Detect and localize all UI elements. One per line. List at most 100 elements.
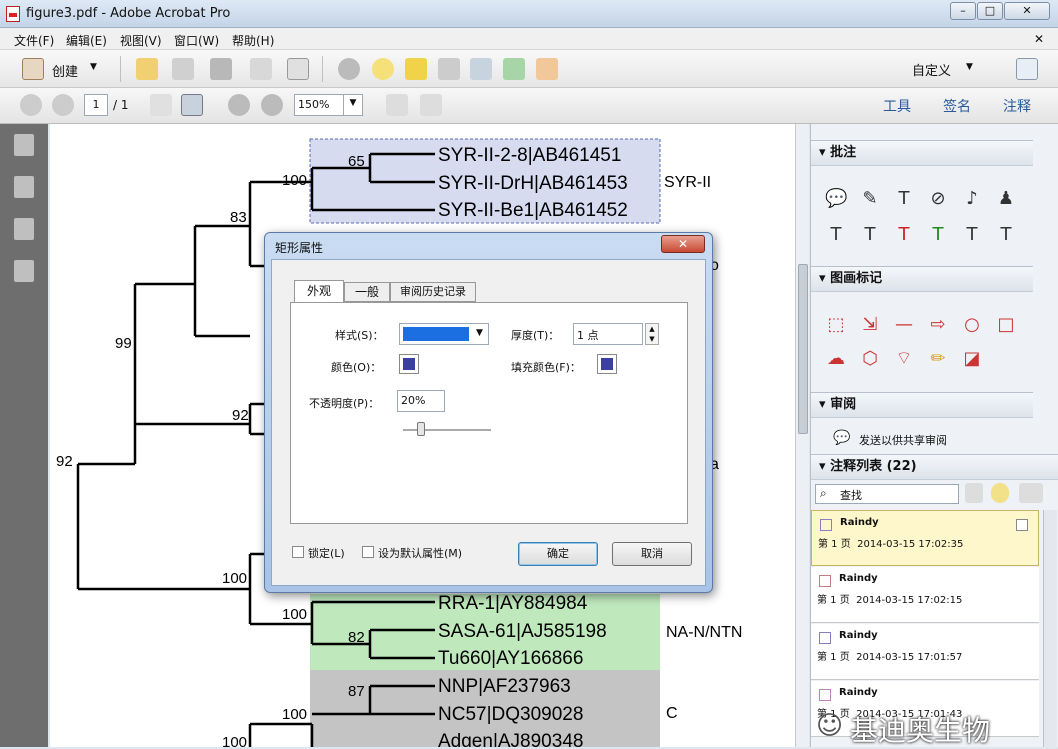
oval-icon[interactable]: ○ (961, 314, 983, 336)
ok-button[interactable]: 确定 (518, 542, 598, 566)
opacity-slider-thumb[interactable] (416, 422, 425, 436)
attach-file-icon[interactable]: ⊘ (927, 188, 949, 210)
leaf-label: SYR-II-2-8|AB461451 (438, 145, 621, 166)
send-for-review-link[interactable]: 发送以供共享审阅 (859, 432, 947, 448)
text-edit-icon[interactable] (405, 58, 427, 80)
bookmark-icon[interactable] (14, 176, 34, 198)
edit-icon[interactable] (250, 58, 272, 80)
comment-icon[interactable] (372, 58, 394, 80)
set-default-checkbox[interactable] (362, 546, 374, 558)
customize-dropdown[interactable]: 自定义 (912, 60, 951, 79)
review-section-header[interactable]: ▾ 审阅 (811, 392, 1033, 418)
eraser-icon[interactable]: ◪ (961, 348, 983, 370)
fullscreen-icon[interactable] (1016, 58, 1038, 80)
menu-window[interactable]: 窗口(W) (174, 32, 219, 49)
dialog-close-button[interactable]: ✕ (661, 235, 705, 253)
cancel-button[interactable]: 取消 (612, 542, 692, 566)
search-doc-icon[interactable] (470, 58, 492, 80)
fit-page-icon[interactable] (386, 94, 408, 116)
comment-card[interactable]: Raindy 第 1 页 2014-03-15 17:02:15 (811, 567, 1039, 623)
arrow-up-icon[interactable] (20, 94, 42, 116)
underline-icon[interactable]: T (927, 224, 949, 246)
menu-edit[interactable]: 编辑(E) (66, 32, 107, 49)
menu-file[interactable]: 文件(F) (14, 32, 54, 49)
replace-text-icon[interactable]: T (859, 224, 881, 246)
secure-icon[interactable] (438, 58, 460, 80)
record-audio-icon[interactable]: ♪ (961, 188, 983, 210)
tools-pane-button[interactable]: 工具 (883, 96, 911, 116)
select-cursor-icon[interactable] (150, 94, 172, 116)
print-icon[interactable] (210, 58, 232, 80)
page-number-input[interactable]: 1 (84, 94, 108, 116)
save-icon[interactable] (172, 58, 194, 80)
stroke-color-picker[interactable] (399, 354, 419, 374)
comment-checkbox[interactable] (1016, 519, 1028, 531)
minimize-button[interactable]: – (950, 2, 976, 20)
add-text-icon[interactable]: T (893, 188, 915, 210)
callout-icon[interactable]: ⇲ (859, 314, 881, 336)
cloud-icon[interactable]: ☁ (825, 348, 847, 370)
sort-icon[interactable] (965, 483, 983, 503)
zoom-input[interactable]: 150% (294, 94, 344, 116)
insert-text-icon[interactable]: T (825, 224, 847, 246)
text-comment-icon[interactable]: T (961, 224, 983, 246)
thickness-spinner[interactable]: ▲ ▼ (645, 323, 659, 345)
fill-color-picker[interactable] (597, 354, 617, 374)
strikethrough-icon[interactable]: T (893, 224, 915, 246)
filter-comments-icon[interactable] (991, 483, 1009, 503)
tab-general[interactable]: 一般 (344, 282, 390, 302)
menu-view[interactable]: 视图(V) (120, 32, 162, 49)
rectangle-icon[interactable]: □ (995, 314, 1017, 336)
comment-card[interactable]: Raindy 第 1 页 2014-03-15 17:01:57 (811, 624, 1039, 680)
create-icon[interactable] (22, 58, 44, 80)
drawing-section-header[interactable]: ▾ 图画标记 (811, 266, 1033, 292)
fit-width-icon[interactable] (420, 94, 442, 116)
options-icon[interactable] (1019, 483, 1043, 503)
pages-icon[interactable] (14, 134, 34, 156)
create-button[interactable]: 创建 (52, 61, 78, 80)
signature-icon[interactable] (14, 260, 34, 282)
style-select[interactable]: ▼ (399, 323, 489, 345)
open-folder-icon[interactable] (136, 58, 158, 80)
arrow-down-icon[interactable] (52, 94, 74, 116)
line-icon[interactable]: — (893, 314, 915, 336)
scrollbar-thumb[interactable] (798, 264, 808, 434)
tab-appearance[interactable]: 外观 (294, 280, 344, 302)
close-document-icon[interactable]: ✕ (1034, 32, 1044, 46)
comment-search-input[interactable]: 查找 (815, 484, 959, 504)
comment-list-header[interactable]: ▾ 注释列表 (22) (811, 454, 1058, 480)
arrow-icon[interactable]: ⇨ (927, 314, 949, 336)
tab-review-history[interactable]: 审阅历史记录 (390, 282, 476, 302)
opacity-input[interactable]: 20% (397, 390, 445, 412)
lock-checkbox[interactable] (292, 546, 304, 558)
stamp-icon[interactable]: ♟ (995, 188, 1017, 210)
text-box-icon[interactable]: ⬚ (825, 314, 847, 336)
gear-icon[interactable] (338, 58, 360, 80)
leaf-label: NC57|DQ309028 (438, 704, 583, 725)
annotations-section-header[interactable]: ▾ 批注 (811, 140, 1033, 166)
email-icon[interactable] (287, 58, 309, 80)
vertical-scrollbar[interactable] (795, 124, 809, 747)
zoom-out-icon[interactable] (228, 94, 250, 116)
close-button[interactable]: ✕ (1004, 2, 1050, 20)
zoom-in-icon[interactable] (261, 94, 283, 116)
thickness-input[interactable]: 1 点 (573, 323, 643, 345)
form-icon[interactable] (536, 58, 558, 80)
maximize-button[interactable]: □ (977, 2, 1003, 20)
text-star-icon[interactable]: T (995, 224, 1017, 246)
export-icon[interactable] (503, 58, 525, 80)
polyline-icon[interactable]: ⌔ (893, 348, 915, 370)
comment-pane-button[interactable]: 注释 (1003, 96, 1031, 116)
attachment-icon[interactable] (14, 218, 34, 240)
polygon-icon[interactable]: ⬡ (859, 348, 881, 370)
menu-help[interactable]: 帮助(H) (232, 32, 274, 49)
pencil-icon[interactable]: ✏ (927, 348, 949, 370)
highlight-text-icon[interactable]: ✎ (859, 188, 881, 210)
hand-tool-icon[interactable] (181, 94, 203, 116)
sticky-note-icon[interactable]: 💬 (825, 188, 847, 210)
zoom-dropdown-icon[interactable]: ▼ (343, 94, 363, 116)
comment-card[interactable]: Raindy 第 1 页 2014-03-15 17:02:35 (811, 510, 1039, 566)
chevron-down-icon[interactable]: ▼ (90, 62, 97, 72)
chevron-down-icon[interactable]: ▼ (966, 62, 973, 72)
sign-pane-button[interactable]: 签名 (943, 96, 971, 116)
